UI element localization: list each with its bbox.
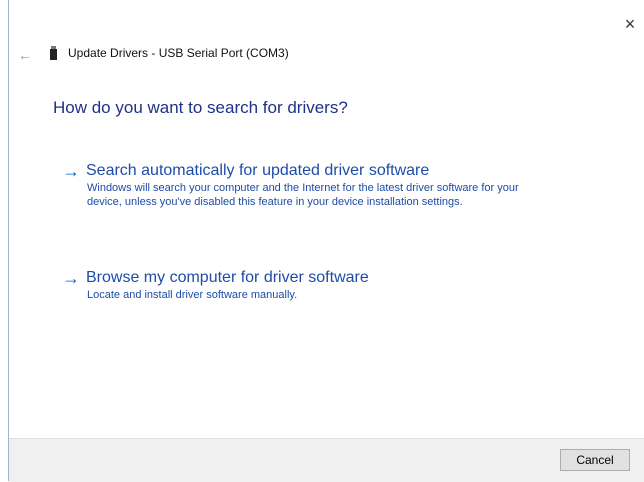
option-title[interactable]: Search automatically for updated driver …: [86, 161, 429, 181]
dialog-title: Update Drivers - USB Serial Port (COM3): [68, 46, 289, 60]
close-icon[interactable]: ×: [620, 14, 640, 34]
right-arrow-icon: →: [62, 268, 80, 288]
right-arrow-icon: →: [62, 161, 80, 181]
usb-device-icon: [50, 46, 57, 60]
option-description: Windows will search your computer and th…: [87, 182, 519, 208]
back-arrow-icon[interactable]: ←: [18, 47, 32, 63]
option-description: Locate and install driver software manua…: [87, 289, 298, 301]
background-window-edge: [0, 0, 9, 481]
option-title[interactable]: Browse my computer for driver software: [86, 268, 369, 288]
dialog-title-bar: Update Drivers - USB Serial Port (COM3): [50, 46, 289, 60]
dialog-footer: Cancel: [9, 438, 644, 482]
page-heading: How do you want to search for drivers?: [53, 98, 348, 117]
cancel-button[interactable]: Cancel: [560, 449, 630, 471]
